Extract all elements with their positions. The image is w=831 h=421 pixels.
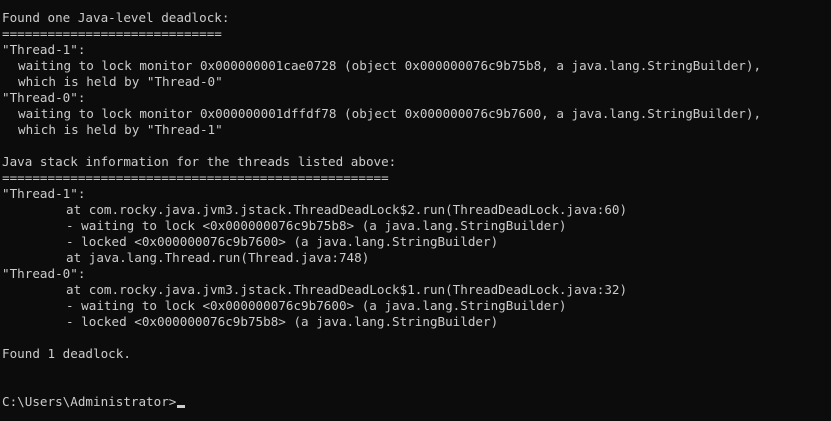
console-line: - waiting to lock <0x000000076c9b7600> (… xyxy=(66,298,567,313)
console-line: which is held by "Thread-1" xyxy=(18,122,223,137)
console-window[interactable]: Found one Java-level deadlock: ==========… xyxy=(0,0,831,421)
console-line: Found 1 deadlock. xyxy=(2,346,131,361)
console-line: - locked <0x000000076c9b75b8> (a java.la… xyxy=(66,314,499,329)
console-line: at com.rocky.java.jvm3.jstack.ThreadDead… xyxy=(66,282,628,297)
console-line: "Thread-0": xyxy=(2,266,86,281)
console-line: ============================= xyxy=(2,26,222,41)
console-line: waiting to lock monitor 0x000000001dffdf… xyxy=(18,106,762,121)
console-line: "Thread-1": xyxy=(2,42,86,57)
console-line: "Thread-0": xyxy=(2,90,86,105)
console-line: which is held by "Thread-0" xyxy=(18,74,223,89)
console-line: - locked <0x000000076c9b7600> (a java.la… xyxy=(66,234,499,249)
console-line: "Thread-1": xyxy=(2,186,86,201)
text-cursor xyxy=(177,405,186,408)
console-line: Found one Java-level deadlock: xyxy=(2,10,230,25)
console-line: Java stack information for the threads l… xyxy=(2,154,397,169)
console-line: at java.lang.Thread.run(Thread.java:748) xyxy=(66,250,370,265)
command-prompt: C:\Users\Administrator> xyxy=(2,394,177,409)
console-line: - waiting to lock <0x000000076c9b75b8> (… xyxy=(66,218,567,233)
console-line: waiting to lock monitor 0x000000001cae07… xyxy=(18,58,762,73)
prompt-line[interactable]: C:\Users\Administrator> xyxy=(0,394,831,410)
console-output: Found one Java-level deadlock: ==========… xyxy=(0,10,831,394)
console-line: at com.rocky.java.jvm3.jstack.ThreadDead… xyxy=(66,202,628,217)
console-line: ========================================… xyxy=(2,170,389,185)
